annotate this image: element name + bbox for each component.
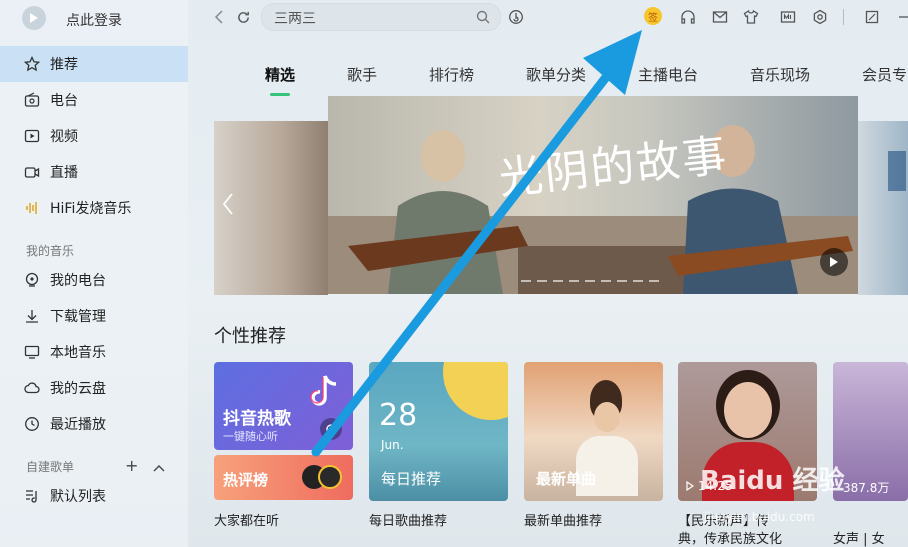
avatar[interactable] [22, 6, 46, 30]
search-input[interactable] [272, 4, 466, 32]
sun-icon [443, 362, 508, 420]
shuffle-icon[interactable] [320, 418, 342, 440]
sidebar-item-my-radio[interactable]: 我的电台 [0, 262, 188, 298]
section-title: 个性推荐 [214, 326, 286, 347]
card-caption[interactable]: 每日歌曲推荐 [369, 510, 447, 529]
play-count: 387.8万 [843, 481, 890, 495]
mail-icon[interactable] [711, 8, 729, 26]
playlist-icon [24, 488, 40, 504]
tiktok-icon [310, 374, 340, 412]
card-caption[interactable]: 女声 | 女 [833, 528, 885, 547]
download-icon [24, 308, 40, 324]
douyin-hot-card[interactable]: 抖音热歌 一键随心听 [214, 362, 353, 450]
checkin-badge[interactable]: 签 [644, 7, 662, 25]
active-tab-indicator [270, 93, 290, 96]
play-icon [830, 257, 838, 267]
cloud-icon [24, 380, 40, 396]
live-icon [24, 164, 40, 180]
headphones-icon[interactable] [679, 8, 697, 26]
search-icon[interactable] [476, 9, 490, 28]
section-playlists: 自建歌单 [26, 460, 75, 474]
my-radio-icon [24, 272, 40, 288]
new-single-card[interactable]: 最新单曲 [524, 362, 663, 501]
sidebar-item-video[interactable]: 视频 [0, 118, 188, 154]
login-link[interactable]: 点此登录 [66, 10, 122, 30]
sidebar-item-label: 默认列表 [50, 489, 106, 505]
sidebar-item-label: 我的云盘 [50, 381, 106, 397]
sidebar-item-label: 最近播放 [50, 417, 106, 433]
star-icon [24, 56, 40, 72]
hot-review-card[interactable]: 热评榜 [214, 455, 353, 500]
sidebar-item-label: 直播 [50, 165, 78, 181]
sidebar: 点此登录 推荐 电台 视频 直播 HiFi发烧音乐 我的音乐 我的电台 下载管理… [0, 0, 188, 547]
minimize-icon[interactable] [894, 8, 908, 26]
tab-live-music[interactable]: 音乐现场 [750, 64, 810, 85]
card-caption[interactable]: 最新单曲推荐 [524, 510, 602, 529]
banner-main-slide[interactable]: 光阴的故事 [328, 96, 858, 294]
daily-recommend-card[interactable]: 28 Jun. 每日推荐 [369, 362, 508, 501]
vinyl-icon [318, 465, 342, 489]
sidebar-item-label: 我的电台 [50, 273, 106, 289]
new-single-label: 最新单曲 [536, 470, 597, 488]
play-icon [686, 481, 694, 491]
sidebar-item-label: 本地音乐 [50, 345, 106, 361]
daily-label: 每日推荐 [381, 470, 442, 488]
next-slide-thumb [888, 151, 906, 191]
card-caption[interactable]: 大家都在听 [214, 510, 279, 529]
back-icon[interactable] [210, 8, 228, 26]
douyin-subtitle: 一键随心听 [223, 430, 278, 443]
sidebar-item-hifi[interactable]: HiFi发烧音乐 [0, 190, 188, 226]
minimize-window-icon[interactable] [863, 8, 881, 26]
hifi-icon [24, 200, 40, 216]
mini-mode-icon[interactable] [779, 8, 797, 26]
sidebar-item-download[interactable]: 下载管理 [0, 298, 188, 334]
sidebar-item-label: HiFi发烧音乐 [50, 201, 132, 217]
watermark-url: jingyan.baidu.com [704, 510, 815, 524]
sidebar-item-label: 推荐 [50, 57, 78, 73]
sidebar-item-radio[interactable]: 电台 [0, 82, 188, 118]
tab-playlist-categories[interactable]: 歌单分类 [526, 64, 586, 85]
skin-icon[interactable] [742, 8, 760, 26]
carousel-prev-icon[interactable] [222, 193, 234, 219]
tab-featured[interactable]: 精选 [265, 64, 295, 85]
search-box[interactable] [261, 3, 501, 32]
toolbar-divider [843, 9, 844, 25]
artist-face [594, 402, 620, 432]
daily-day: 28 [379, 398, 418, 433]
sidebar-item-label: 下载管理 [50, 309, 106, 325]
daily-month: Jun. [381, 438, 404, 452]
voice-search-icon[interactable] [507, 8, 525, 26]
banner-prev-slide[interactable] [214, 121, 328, 295]
banner-next-slide[interactable] [858, 121, 908, 295]
sidebar-item-recent[interactable]: 最近播放 [0, 406, 188, 442]
watermark-logo: Baidu 经验 [700, 466, 845, 496]
sidebar-item-label: 视频 [50, 129, 78, 145]
video-icon [24, 128, 40, 144]
add-playlist-icon[interactable]: + [125, 456, 138, 475]
radio-icon [24, 92, 40, 108]
card-caption-line2[interactable]: 典，传承民族文化 [678, 528, 782, 547]
hot-review-label: 热评榜 [223, 471, 269, 489]
collapse-icon[interactable] [153, 458, 165, 477]
sidebar-item-default-playlist[interactable]: 默认列表 [0, 478, 188, 514]
local-music-icon [24, 344, 40, 360]
sidebar-item-local-music[interactable]: 本地音乐 [0, 334, 188, 370]
sidebar-item-recommend[interactable]: 推荐 [0, 46, 188, 82]
banner-play-button[interactable] [820, 248, 848, 276]
settings-icon[interactable] [811, 8, 829, 26]
section-my-music: 我的音乐 [26, 244, 75, 258]
tab-anchor-radio[interactable]: 主播电台 [638, 64, 698, 85]
douyin-title: 抖音热歌 [223, 409, 291, 429]
sidebar-item-label: 电台 [50, 93, 78, 109]
tab-charts[interactable]: 排行榜 [429, 64, 474, 85]
sidebar-item-cloud[interactable]: 我的云盘 [0, 370, 188, 406]
refresh-icon[interactable] [234, 8, 252, 26]
recent-icon [24, 416, 40, 432]
tab-vip[interactable]: 会员专 [862, 64, 907, 85]
singer-face [724, 382, 772, 438]
sidebar-item-live[interactable]: 直播 [0, 154, 188, 190]
tab-singers[interactable]: 歌手 [347, 64, 377, 85]
carousel-indicators[interactable] [518, 267, 662, 286]
